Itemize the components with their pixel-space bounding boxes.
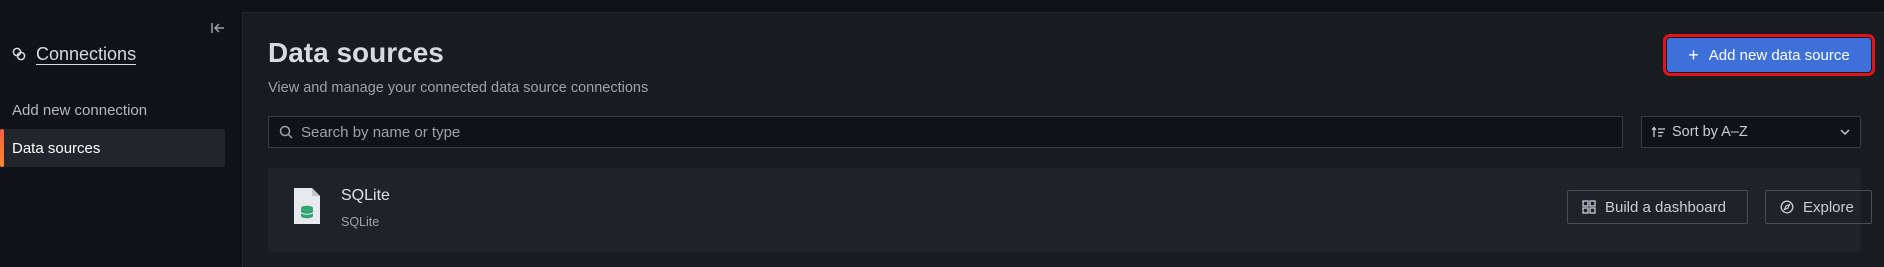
- explore-button[interactable]: Explore: [1765, 190, 1872, 224]
- plus-icon: +: [1688, 45, 1699, 65]
- connections-icon: [12, 47, 26, 61]
- sidebar-title[interactable]: Connections: [12, 42, 136, 66]
- add-new-data-source-label: Add new data source: [1708, 46, 1850, 64]
- collapse-sidebar-button[interactable]: [208, 18, 228, 38]
- sidebar-title-label[interactable]: Connections: [36, 44, 136, 65]
- datasource-name[interactable]: SQLite: [341, 187, 390, 205]
- sidebar-item-add-new-connection[interactable]: Add new connection: [0, 91, 225, 129]
- collapse-left-icon: [211, 23, 224, 33]
- sidebar-item-label: Data sources: [12, 139, 101, 157]
- datasource-type: SQLite: [341, 215, 380, 229]
- search-input[interactable]: [301, 123, 1622, 141]
- explore-label: Explore: [1803, 198, 1854, 216]
- build-dashboard-button[interactable]: Build a dashboard: [1567, 190, 1748, 224]
- search-icon: [279, 125, 293, 139]
- datasource-card[interactable]: SQLite SQLite Build a dashboard Explore: [268, 168, 1872, 252]
- page-subtitle: View and manage your connected data sour…: [268, 80, 649, 96]
- search-box[interactable]: [268, 116, 1623, 148]
- chevron-down-icon: [1840, 129, 1850, 135]
- sort-icon: [1652, 126, 1665, 137]
- compass-icon: [1780, 200, 1794, 214]
- page-title: Data sources: [268, 37, 444, 68]
- app: Connections Add new connection Data sour…: [0, 0, 1884, 267]
- sqlite-file-icon: [294, 188, 320, 224]
- main-panel: Data sources View and manage your connec…: [242, 12, 1884, 267]
- sidebar-item-data-sources[interactable]: Data sources: [0, 129, 225, 167]
- add-new-data-source-button[interactable]: + Add new data source: [1663, 34, 1875, 76]
- build-dashboard-label: Build a dashboard: [1605, 198, 1726, 216]
- sidebar: Connections Add new connection Data sour…: [0, 0, 242, 267]
- sort-select[interactable]: Sort by A–Z: [1641, 116, 1861, 148]
- sort-label: Sort by A–Z: [1672, 124, 1748, 140]
- sidebar-item-label: Add new connection: [12, 101, 148, 119]
- dashboard-grid-icon: [1582, 200, 1596, 214]
